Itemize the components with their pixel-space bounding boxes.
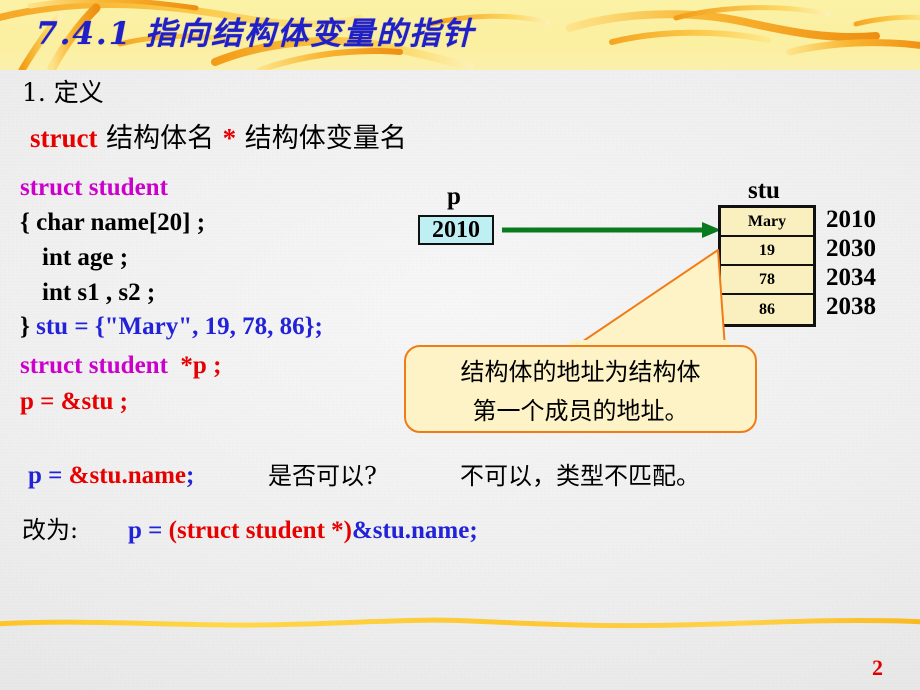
fix-label: 改为: xyxy=(22,516,79,544)
callout-tail-icon xyxy=(570,249,730,355)
fix-code-line: p = (struct student *)&stu.name; xyxy=(128,518,478,543)
question-text: 是否可以? xyxy=(268,462,377,490)
title-banner: 7.4.1 指向结构体变量的指针 xyxy=(0,0,920,70)
callout-line-1: 结构体的地址为结构体 xyxy=(460,358,701,386)
code-init-brace: } xyxy=(20,313,30,340)
code-line-member-s1s2: int s1 , s2 ; xyxy=(20,280,155,305)
struct-address-2: 2034 xyxy=(826,263,876,291)
code-init-values: stu = {"Mary", 19, 78, 86}; xyxy=(36,313,323,340)
page-number: 2 xyxy=(872,655,883,680)
question-code-line: p = &stu.name; xyxy=(28,463,194,488)
code-line-member-age: int age ; xyxy=(20,245,128,270)
struct-address-1: 2030 xyxy=(826,234,876,262)
code-line-struct-student: struct student xyxy=(20,174,168,201)
syntax-star: * xyxy=(222,123,237,153)
struct-address-3: 2038 xyxy=(826,292,876,320)
callout-line-2: 第一个成员的地址。 xyxy=(472,397,689,425)
struct-address-column: 2010 2030 2034 2038 xyxy=(826,205,876,321)
code-decl-type: struct student xyxy=(20,352,168,379)
code-text-member-age: int age ; xyxy=(42,244,129,271)
pointer-value-box: 2010 xyxy=(418,215,494,245)
question-code-semicolon: ; xyxy=(186,462,195,489)
code-line-member-name: { char name[20] ; xyxy=(20,209,206,236)
pointer-variable-label: p xyxy=(447,183,461,210)
slide-root: 7.4.1 指向结构体变量的指针 1. 定义 struct 结构体名 * 结构体… xyxy=(0,0,920,690)
bottom-decoration-line xyxy=(0,617,920,629)
code-line-initializer: } stu = {"Mary", 19, 78, 86}; xyxy=(20,314,323,339)
syntax-definition-line: struct 结构体名 * 结构体变量名 xyxy=(30,123,407,154)
struct-address-0: 2010 xyxy=(826,205,876,233)
page-title: 7.4.1 指向结构体变量的指针 xyxy=(36,16,476,52)
fix-code-cast: (struct student *) xyxy=(168,517,352,544)
fix-code-operand: &stu.name; xyxy=(351,517,478,544)
syntax-type-name: 结构体名 xyxy=(106,123,215,154)
code-text-member-s1s2: int s1 , s2 ; xyxy=(42,279,156,306)
answer-text: 不可以，类型不匹配。 xyxy=(460,462,700,490)
pointer-arrow-icon xyxy=(502,222,721,238)
fix-code-prefix: p = xyxy=(128,517,169,544)
struct-cell-name: Mary xyxy=(721,208,813,237)
code-line-pointer-assign: p = &stu ; xyxy=(20,388,129,415)
syntax-keyword-struct: struct xyxy=(30,123,98,153)
callout-balloon: 结构体的地址为结构体 第一个成员的地址。 xyxy=(404,345,757,433)
struct-variable-label: stu xyxy=(748,177,780,204)
question-code-expr: &stu.name xyxy=(68,462,187,489)
question-code-prefix: p = xyxy=(28,462,69,489)
section-label-define: 1. 定义 xyxy=(22,78,104,107)
code-decl-pointer: *p ; xyxy=(180,352,222,379)
syntax-var-name: 结构体变量名 xyxy=(244,123,407,154)
code-line-pointer-declaration: struct student *p ; xyxy=(20,353,221,378)
